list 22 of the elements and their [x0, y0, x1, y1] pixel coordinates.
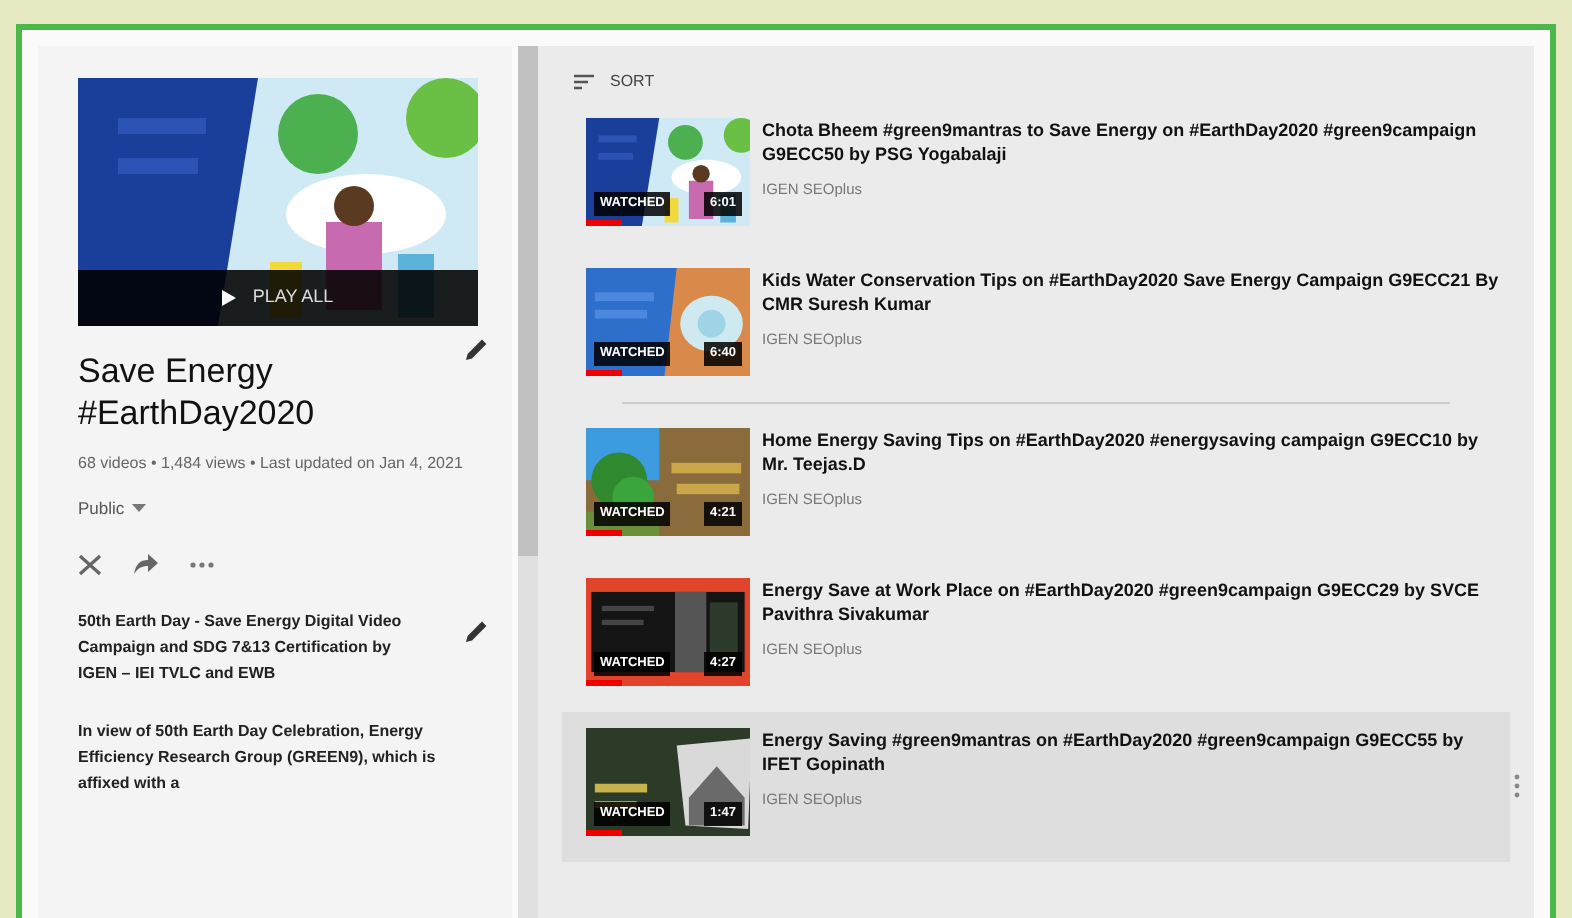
sort-icon [574, 74, 594, 90]
playlist-title: Save Energy #EarthDay2020 [78, 350, 317, 434]
edit-icon[interactable] [466, 619, 488, 642]
caret-icon [132, 504, 147, 513]
more-icon[interactable] [190, 561, 214, 568]
video-title[interactable]: Home Energy Saving Tips on #EarthDay2020 #energysaving campaign G9ECC10 by Mr. Teejas.D [762, 428, 1502, 476]
shuffle-icon[interactable] [78, 553, 102, 576]
video-title[interactable]: Energy Saving #green9mantras on #EarthDay2020 #green9campaign G9ECC55 by IFET Gopinath [762, 728, 1502, 776]
share-icon[interactable] [134, 554, 158, 575]
video-title[interactable]: Chota Bheem #green9mantras to Save Energy on #EarthDay2020 #green9campaign G9ECC50 by PSG Yogabalaji [762, 118, 1502, 166]
more-icon[interactable] [1514, 774, 1520, 799]
sort-button[interactable]: SORT [562, 62, 667, 102]
video-title[interactable]: Kids Water Conservation Tips on #EarthDay2020 Save Energy Campaign G9ECC21 By CMR Suresh Kumar [762, 268, 1502, 316]
play-all-button[interactable]: PLAY ALL [78, 270, 478, 326]
playlist-about-text: In view of 50th Earth Day Celebration, Energy Efficiency Research Group (GREEN9), which is affixed with a [78, 719, 438, 796]
edit-icon[interactable] [466, 338, 488, 360]
play-icon [222, 290, 237, 306]
privacy-dropdown[interactable]: Public [78, 496, 147, 522]
playlist-stats: 68 videos • 1,484 views • Last updated on Jan 4, 2021 [78, 452, 465, 476]
video-title[interactable]: Energy Save at Work Place on #EarthDay2020 #green9campaign G9ECC29 by SVCE Pavithra Sivakumar [762, 578, 1502, 626]
playlist-description: 50th Earth Day - Save Energy Digital Video Campaign and SDG 7&13 Certification by IGEN – IEI TVLC and EWB [78, 609, 404, 686]
scrollbar[interactable] [518, 46, 538, 918]
